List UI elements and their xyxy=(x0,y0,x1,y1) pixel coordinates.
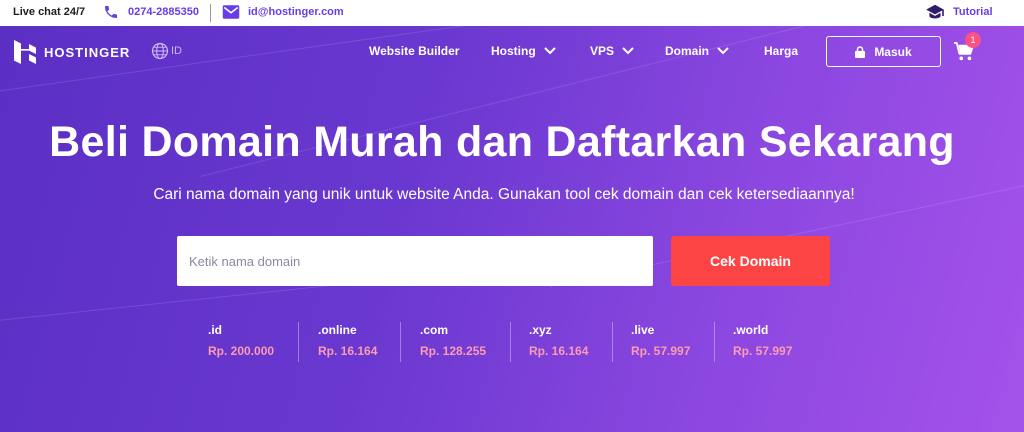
nav-website-builder[interactable]: Website Builder xyxy=(369,44,459,58)
tld-name: .id xyxy=(208,323,222,337)
nav-item-label: Domain xyxy=(665,44,710,58)
nav-item-label: Hosting xyxy=(491,44,536,58)
topbar-divider xyxy=(210,4,211,22)
language-selector[interactable]: ID xyxy=(151,42,182,60)
nav-item-label: VPS xyxy=(590,44,615,58)
tld-divider xyxy=(714,322,715,362)
nav-vps[interactable]: VPS xyxy=(590,44,634,58)
tld-price: Rp. 128.255 xyxy=(420,344,487,358)
email-link[interactable]: id@hostinger.com xyxy=(222,4,344,20)
hero-headline: Beli Domain Murah dan Daftarkan Sekarang xyxy=(49,118,955,166)
nav-item-label: Harga xyxy=(764,44,799,58)
tutorial-label: Tutorial xyxy=(953,6,993,18)
login-label: Masuk xyxy=(874,44,912,59)
chevron-down-icon xyxy=(622,47,634,55)
hero-section xyxy=(0,26,1024,432)
check-domain-button[interactable]: Cek Domain xyxy=(671,236,830,286)
hostinger-logo[interactable]: HOSTINGER xyxy=(14,40,130,64)
nav-hosting[interactable]: Hosting xyxy=(491,44,556,58)
lock-icon xyxy=(855,45,866,58)
tld-name: .online xyxy=(318,323,357,337)
top-bar: Live chat 24/7 0274-2885350 id@hostinger… xyxy=(0,0,1024,26)
tld-item-online: .online Rp. 16.164 xyxy=(318,323,377,358)
tld-name: .live xyxy=(631,323,655,337)
tld-name: .xyz xyxy=(529,323,552,337)
language-code: ID xyxy=(171,45,182,57)
tld-price: Rp. 16.164 xyxy=(529,344,589,358)
tld-name: .com xyxy=(420,323,449,337)
hero-subheadline: Cari nama domain yang unik untuk website… xyxy=(153,186,855,203)
globe-icon xyxy=(151,42,169,60)
graduation-cap-icon xyxy=(926,4,944,19)
check-domain-label: Cek Domain xyxy=(710,253,791,269)
phone-icon xyxy=(105,6,117,18)
mail-icon xyxy=(222,5,240,19)
nav-harga[interactable]: Harga xyxy=(764,44,798,58)
chevron-down-icon xyxy=(717,47,729,55)
email-address: id@hostinger.com xyxy=(248,6,344,18)
live-chat-link[interactable]: Live chat 24/7 xyxy=(13,6,85,18)
login-button[interactable]: Masuk xyxy=(826,36,941,67)
tld-price: Rp. 16.164 xyxy=(318,344,378,358)
tld-item-live: .live Rp. 57.997 xyxy=(631,323,690,358)
tld-name: .world xyxy=(733,323,769,337)
tld-divider xyxy=(612,322,613,362)
tld-divider xyxy=(298,322,299,362)
tld-price: Rp. 57.997 xyxy=(631,344,691,358)
tld-item-com: .com Rp. 128.255 xyxy=(420,323,486,358)
tld-item-id: .id Rp. 200.000 xyxy=(208,323,274,358)
cart-count-badge: 1 xyxy=(965,32,981,48)
tld-price: Rp. 57.997 xyxy=(733,344,793,358)
chevron-down-icon xyxy=(543,47,556,55)
domain-search-input[interactable] xyxy=(177,236,653,286)
tutorial-link[interactable]: Tutorial xyxy=(925,4,993,20)
tld-item-xyz: .xyz Rp. 16.164 xyxy=(529,323,588,358)
tld-divider xyxy=(510,322,511,362)
logo-text: HOSTINGER xyxy=(44,44,131,60)
hostinger-logo-icon xyxy=(14,40,36,64)
tld-divider xyxy=(400,322,401,362)
tld-item-world: .world Rp. 57.997 xyxy=(733,323,792,358)
nav-domain[interactable]: Domain xyxy=(665,44,729,58)
phone-number: 0274-2885350 xyxy=(128,6,199,18)
nav-item-label: Website Builder xyxy=(369,44,460,58)
tld-price: Rp. 200.000 xyxy=(208,344,275,358)
phone-link[interactable]: 0274-2885350 xyxy=(103,4,199,20)
